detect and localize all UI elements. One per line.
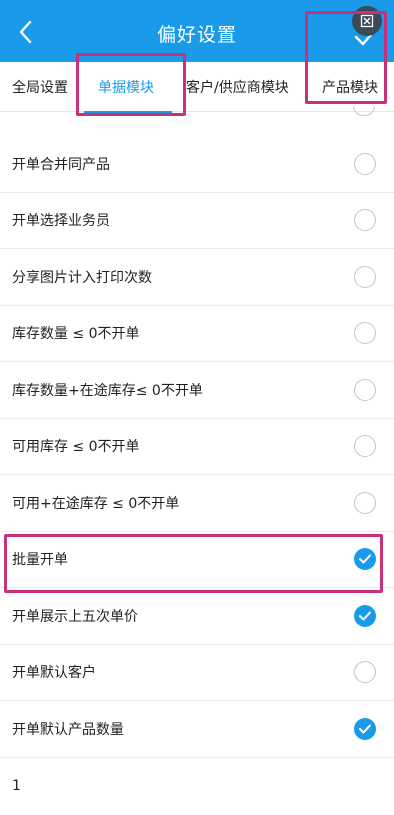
setting-row-stock-transit-zero-block[interactable]: 库存数量+在途库存≤ 0不开单	[0, 362, 394, 419]
checkbox-unchecked[interactable]	[354, 265, 376, 288]
partial-checkbox	[353, 106, 375, 116]
tab-global-settings[interactable]: 全局设置	[12, 62, 68, 112]
setting-label: 库存数量+在途库存≤ 0不开单	[12, 382, 203, 399]
checkbox-checked[interactable]	[354, 604, 376, 627]
expand-overlay-button[interactable]	[352, 6, 382, 36]
setting-label: 库存数量 ≤ 0不开单	[12, 326, 140, 343]
checkbox-unchecked[interactable]	[354, 378, 376, 401]
setting-row-select-salesperson[interactable]: 开单选择业务员	[0, 193, 394, 249]
setting-row-share-image-print-count[interactable]: 分享图片计入打印次数	[0, 249, 394, 306]
check-icon	[359, 724, 371, 734]
setting-row-last-five-prices[interactable]: 开单展示上五次单价	[0, 588, 394, 645]
tab-document-module[interactable]: 单据模块	[98, 62, 154, 112]
settings-list: 开单合并同产品 开单选择业务员 分享图片计入打印次数 库存数量 ≤ 0不开单 库…	[0, 136, 394, 758]
default-quantity-input[interactable]: 1	[12, 778, 21, 794]
check-icon	[359, 611, 371, 621]
checkbox-unchecked[interactable]	[354, 435, 376, 458]
setting-label: 开单选择业务员	[12, 213, 110, 230]
checkbox-unchecked[interactable]	[354, 491, 376, 514]
active-tab-indicator	[84, 111, 172, 113]
expand-icon	[360, 14, 374, 28]
setting-label: 分享图片计入打印次数	[12, 269, 152, 286]
checkbox-checked[interactable]	[354, 548, 376, 571]
setting-label: 批量开单	[12, 552, 68, 569]
check-icon	[359, 554, 371, 564]
setting-label: 开单展示上五次单价	[12, 608, 138, 625]
checkbox-unchecked[interactable]	[354, 322, 376, 345]
header-bar: 偏好设置	[0, 0, 394, 62]
checkbox-unchecked[interactable]	[354, 152, 376, 175]
setting-row-default-customer[interactable]: 开单默认客户	[0, 645, 394, 701]
setting-label: 开单默认产品数量	[12, 721, 124, 738]
checkbox-unchecked[interactable]	[354, 209, 376, 232]
setting-label: 开单默认客户	[12, 665, 96, 682]
setting-label: 可用+在途库存 ≤ 0不开单	[12, 495, 180, 512]
tab-bar: 全局设置 单据模块 客户/供应商模块 产品模块	[0, 62, 394, 112]
page-title: 偏好设置	[156, 24, 237, 46]
tab-product-module[interactable]: 产品模块	[322, 62, 378, 112]
setting-row-batch-order[interactable]: 批量开单	[0, 532, 394, 588]
tab-customer-supplier-module[interactable]: 客户/供应商模块	[186, 62, 289, 112]
checkbox-unchecked[interactable]	[354, 661, 376, 684]
setting-label: 可用库存 ≤ 0不开单	[12, 439, 140, 456]
setting-row-available-stock-zero-block[interactable]: 可用库存 ≤ 0不开单	[0, 419, 394, 475]
setting-row-default-product-quantity[interactable]: 开单默认产品数量	[0, 701, 394, 758]
setting-row-available-transit-zero-block[interactable]: 可用+在途库存 ≤ 0不开单	[0, 475, 394, 532]
setting-label: 开单合并同产品	[12, 156, 110, 173]
setting-row-merge-same-product[interactable]: 开单合并同产品	[0, 136, 394, 193]
setting-row-stock-zero-block[interactable]: 库存数量 ≤ 0不开单	[0, 306, 394, 362]
checkbox-checked[interactable]	[354, 717, 376, 740]
